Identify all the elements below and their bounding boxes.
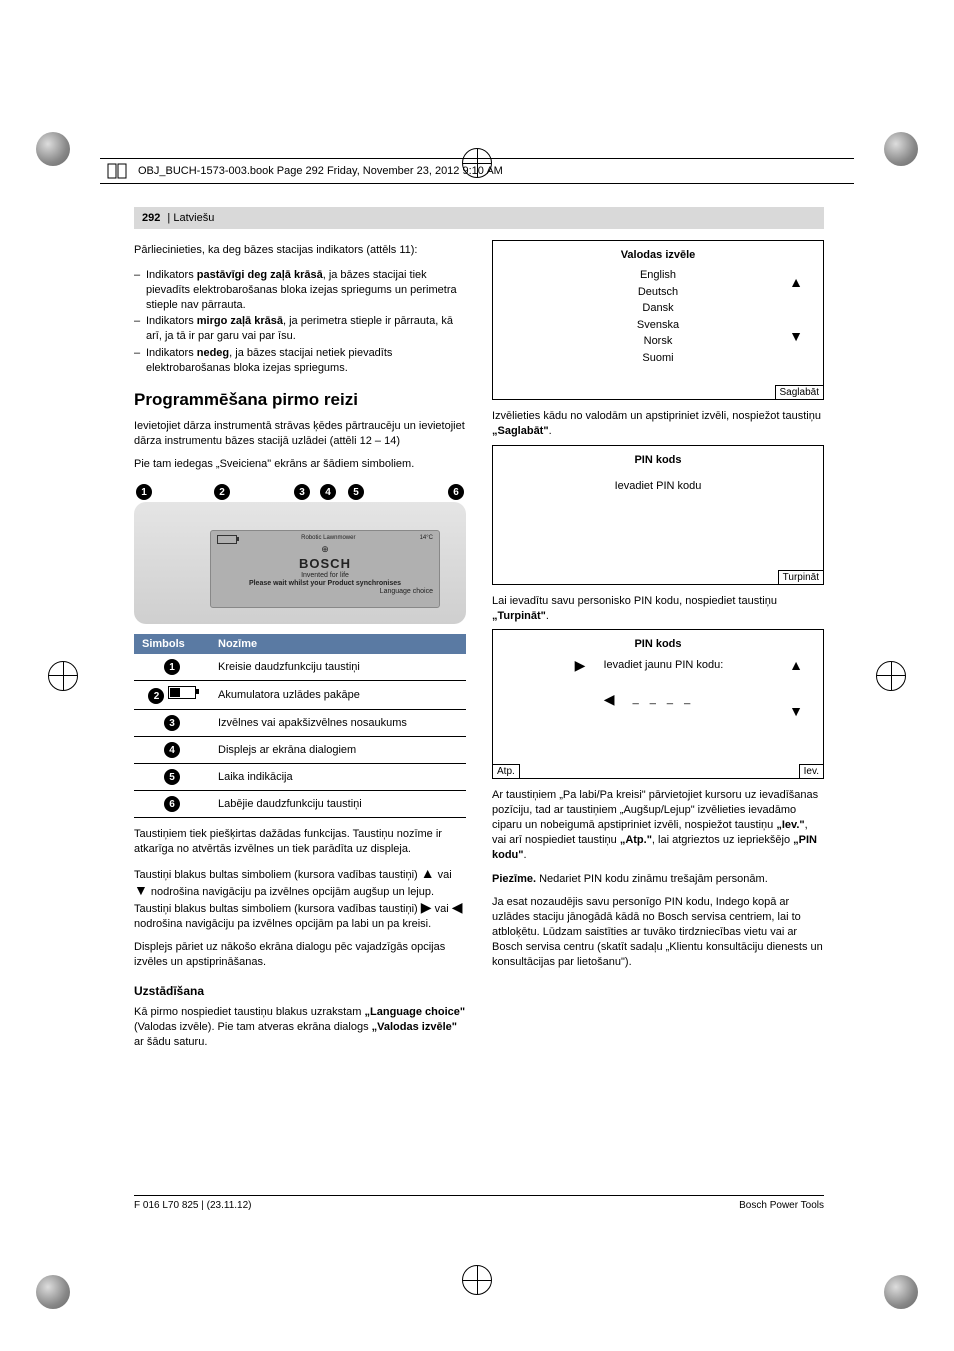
para: Izvēlieties kādu no valodām un apstiprin… [492,409,824,439]
device-screen: Robotic Lawnmower 14°C ⊕ BOSCH Invented … [210,530,440,608]
note: Piezīme. Nedariet PIN kodu zināmu trešaj… [492,872,824,887]
table-row: 2 Akumulatora uzlādes pakāpe [134,681,466,710]
lang-option[interactable]: Deutsch [501,284,815,301]
lang-option[interactable]: Suomi [501,350,815,367]
table-row: 6Labējie daudzfunkciju taustiņi [134,791,466,818]
content-area: Pārliecinieties, ka deg bāzes stacijas i… [134,204,824,1217]
callout-5: 5 [348,484,364,500]
registration-mark [462,1265,492,1295]
callout-2: 2 [214,484,230,500]
callout-1: 1 [136,484,152,500]
left-column: Pārliecinieties, ka deg bāzes stacijas i… [134,204,466,1217]
callout-6: 6 [448,484,464,500]
subheading-setup: Uzstādīšana [134,984,466,998]
th-symbol: Simbols [134,634,210,654]
registration-mark [48,661,78,691]
battery-icon [168,686,196,699]
list-item: Indikators pastāvīgi deg zaļā krāsā, ja … [134,268,466,313]
table-row: 4Displejs ar ekrāna dialogiem [134,737,466,764]
language-select-box: Valodas izvēle English Deutsch Dansk Sve… [492,240,824,400]
pin-box-2: PIN kods ▶ Ievadiet jaunu PIN kodu: ◀ _ … [492,629,824,779]
enter-button[interactable]: Iev. [799,764,824,779]
pin-prompt: Ievadiet jaunu PIN kodu: [603,659,723,671]
callout-4: 4 [320,484,336,500]
lang-option[interactable]: Norsk [501,333,815,350]
right-column: Valodas izvēle English Deutsch Dansk Sve… [492,204,824,1217]
language-list: English Deutsch Dansk Svenska Norsk Suom… [501,267,815,366]
header-text: OBJ_BUCH-1573-003.book Page 292 Friday, … [138,165,503,177]
symbol-table: Simbols Nozīme 1Kreisie daudzfunkciju ta… [134,634,466,818]
para: Kā pirmo nospiediet taustiņu blakus uzra… [134,1005,466,1050]
list-item: Indikators nedeg, ja bāzes stacijai neti… [134,346,466,376]
ornament-ball [884,132,918,166]
back-button[interactable]: Atp. [492,764,520,779]
book-icon [106,162,128,180]
page-footer: F 016 L70 825 | (23.11.12) Bosch Power T… [134,1195,824,1211]
lang-option[interactable]: Svenska [501,317,815,334]
table-row: 1Kreisie daudzfunkciju taustiņi [134,654,466,681]
up-arrow-icon: ▲ [421,865,435,881]
pin-prompt: Ievadiet PIN kodu [501,480,815,492]
ornament-ball [36,132,70,166]
para: Ievietojiet dārza instrumentā strāvas ķē… [134,419,466,449]
down-arrow-icon: ▼ [134,882,148,898]
left-arrow-icon[interactable]: ◀ [604,692,615,706]
registration-mark [876,661,906,691]
lang-option[interactable]: English [501,267,815,284]
para: Pie tam iedegas „Sveiciena" ekrāns ar šā… [134,457,466,472]
footer-left: F 016 L70 825 | (23.11.12) [134,1200,252,1211]
para: Lai ievadītu savu personisko PIN kodu, n… [492,594,824,624]
table-row: 5Laika indikācija [134,764,466,791]
list-item: Indikators mirgo zaļā krāsā, ja perimetr… [134,314,466,344]
intro-text: Pārliecinieties, ka deg bāzes stacijas i… [134,243,466,258]
right-arrow-icon[interactable]: ▶ [575,658,586,672]
device-illustration: Robotic Lawnmower 14°C ⊕ BOSCH Invented … [134,484,466,624]
device-body: Robotic Lawnmower 14°C ⊕ BOSCH Invented … [134,502,466,624]
section-heading: Programmēšana pirmo reizi [134,390,466,410]
box-title: PIN kods [501,454,815,466]
para: Taustiņi blakus bultas simboliem (kursor… [134,866,466,931]
table-row: 3Izvēlnes vai apakšizvēlnes nosaukums [134,710,466,737]
box-title: Valodas izvēle [501,249,815,261]
continue-button[interactable]: Turpināt [778,570,824,585]
pin-placeholder: _ _ _ _ [633,693,695,705]
footer-right: Bosch Power Tools [739,1200,824,1211]
para: Displejs pāriet uz nākošo ekrāna dialogu… [134,940,466,970]
up-arrow-icon[interactable]: ▲ [789,658,803,672]
up-arrow-icon[interactable]: ▲ [789,275,803,289]
ornament-ball [36,1275,70,1309]
save-button[interactable]: Saglabāt [775,385,824,400]
down-arrow-icon[interactable]: ▼ [789,704,803,718]
header-bar: OBJ_BUCH-1573-003.book Page 292 Friday, … [100,158,854,184]
right-arrow-icon: ▶ [421,899,432,915]
para: Ja esat nozaudējis savu personīgo PIN ko… [492,895,824,969]
callout-3: 3 [294,484,310,500]
page: OBJ_BUCH-1573-003.book Page 292 Friday, … [0,0,954,1351]
pin-box-1: PIN kods Ievadiet PIN kodu Turpināt [492,445,824,585]
lang-option[interactable]: Dansk [501,300,815,317]
ornament-ball [884,1275,918,1309]
th-meaning: Nozīme [210,634,466,654]
left-arrow-icon: ◀ [452,899,463,915]
indicator-list: Indikators pastāvīgi deg zaļā krāsā, ja … [134,266,466,378]
down-arrow-icon[interactable]: ▼ [789,329,803,343]
para: Ar taustiņiem „Pa labi/Pa kreisi" pārvie… [492,788,824,862]
para: Taustiņiem tiek piešķirtas dažādas funkc… [134,827,466,857]
box-title: PIN kods [501,638,815,650]
